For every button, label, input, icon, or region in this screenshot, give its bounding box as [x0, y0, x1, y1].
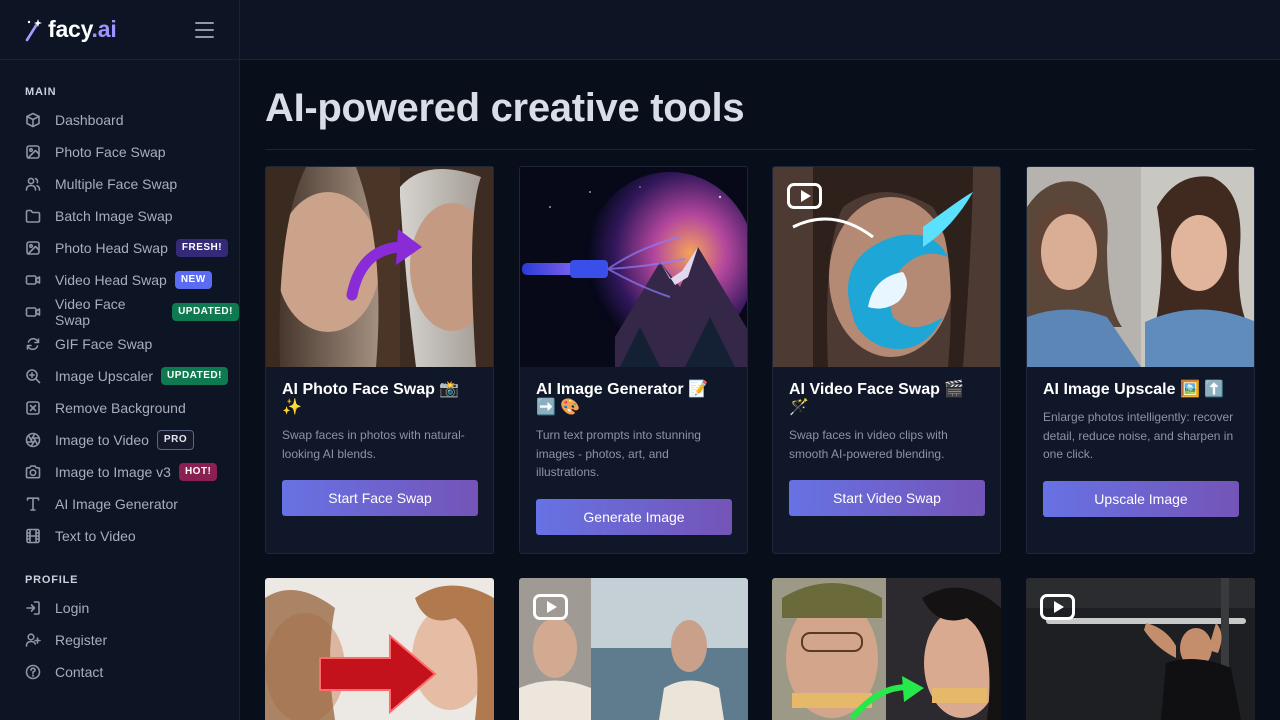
sidebar-item-photo-head-swap[interactable]: Photo Head Swap FRESH! [25, 232, 239, 264]
card-title: AI Image Upscale 🖼️ ⬆️ [1043, 381, 1225, 398]
help-circle-icon [25, 664, 41, 680]
card-description: Turn text prompts into stunning images -… [536, 428, 701, 479]
video-icon [25, 272, 41, 288]
sidebar-item-register[interactable]: Register [25, 624, 239, 656]
card-image-generator-art [520, 167, 747, 367]
card-image-video-swap [773, 167, 1000, 367]
sidebar-item-label: Image Upscaler [55, 368, 154, 384]
refresh-icon [25, 336, 41, 352]
folder-icon [25, 208, 41, 224]
sidebar-item-label: Image to Image v3 [55, 464, 171, 480]
users-icon [25, 176, 41, 192]
sidebar-item-label: GIF Face Swap [55, 336, 153, 352]
sidebar-item-multiple-face-swap[interactable]: Multiple Face Swap [25, 168, 239, 200]
video-icon [25, 304, 41, 320]
sidebar-item-label: AI Image Generator [55, 496, 178, 512]
sidebar-item-photo-face-swap[interactable]: Photo Face Swap [25, 136, 239, 168]
nav-section-profile: PROFILE Login Register Contact [0, 552, 239, 688]
camera-icon [25, 464, 41, 480]
sidebar-item-label: Photo Head Swap [55, 240, 168, 256]
magic-wand-icon [25, 18, 42, 41]
card-image-row2-1[interactable] [265, 578, 494, 720]
sidebar-item-label: Register [55, 632, 108, 648]
x-square-icon [25, 400, 41, 416]
sidebar-item-label: Batch Image Swap [55, 208, 173, 224]
status-badge: PRO [156, 430, 195, 450]
sidebar-item-batch-image-swap[interactable]: Batch Image Swap [25, 200, 239, 232]
film-icon [25, 528, 41, 544]
card-image-row2-3[interactable] [772, 578, 1001, 720]
start-video-swap-button[interactable]: Start Video Swap [789, 480, 985, 516]
sidebar-item-video-face-swap[interactable]: Video Face Swap UPDATED! [25, 296, 239, 328]
brand-logo[interactable]: facy.ai [24, 16, 117, 43]
upscale-image-button[interactable]: Upscale Image [1043, 480, 1239, 517]
sidebar-item-label: Multiple Face Swap [55, 176, 178, 192]
sidebar-item-remove-background[interactable]: Remove Background [25, 392, 239, 424]
aperture-icon [25, 432, 41, 448]
card-image-generator: AI Image Generator 📝 ➡️ 🎨 Turn text prom… [519, 166, 748, 554]
sidebar-item-gif-face-swap[interactable]: GIF Face Swap [25, 328, 239, 360]
sidebar-item-label: Video Face Swap [55, 296, 126, 328]
zoom-in-icon [25, 368, 41, 384]
image-icon [25, 240, 41, 256]
sidebar-item-dashboard[interactable]: Dashboard [25, 104, 239, 136]
video-play-icon [787, 183, 822, 209]
card-photo-face-swap: AI Photo Face Swap 📸 ✨ Swap faces in pho… [265, 166, 494, 554]
sidebar-item-label: Dashboard [55, 112, 124, 128]
sidebar-item-label: Remove Background [55, 400, 186, 416]
page-title: AI-powered creative tools [265, 86, 745, 130]
sidebar-item-contact[interactable]: Contact [25, 656, 239, 688]
sidebar-item-image-to-video[interactable]: Image to Video PRO [25, 424, 239, 456]
start-face-swap-button[interactable]: Start Face Swap [282, 480, 478, 516]
sidebar-item-label: Image to Video [55, 432, 149, 448]
nav-section-main: MAIN Dashboard Photo Face Swap Multiple Fac… [0, 60, 239, 552]
card-image-row2-2[interactable] [519, 578, 748, 720]
status-badge: FRESH! [175, 239, 229, 257]
card-title: AI Photo Face Swap 📸 ✨ [282, 381, 460, 416]
sidebar-item-login[interactable]: Login [25, 592, 239, 624]
sidebar-item-label: Login [55, 600, 90, 616]
generate-image-button[interactable]: Generate Image [536, 498, 732, 535]
top-bar [240, 0, 1280, 60]
card-image-upscale-compare [1027, 167, 1254, 367]
user-plus-icon [25, 632, 41, 648]
title-divider [265, 149, 1255, 150]
card-description: Swap faces in video clips with smooth AI… [789, 428, 948, 461]
sidebar: facy.ai MAIN Dashboard Photo Face Swap Mult… [0, 0, 240, 720]
status-badge: NEW [174, 271, 212, 289]
brand-name: facy.ai [48, 16, 117, 42]
main-content: AI-powered creative tools AI Photo Face … [240, 60, 1280, 720]
sidebar-item-label: Video Head Swap [55, 272, 167, 288]
menu-toggle-icon[interactable] [195, 22, 214, 38]
sidebar-item-label: Contact [55, 664, 104, 680]
card-image-face-swap [266, 167, 493, 367]
log-in-icon [25, 600, 41, 616]
sidebar-item-label: Photo Face Swap [55, 144, 166, 160]
card-title: AI Video Face Swap 🎬 🪄 [789, 381, 965, 416]
type-icon [25, 496, 41, 512]
nav-heading: MAIN [25, 86, 57, 98]
video-play-icon [533, 594, 568, 620]
card-description: Enlarge photos intelligently: recover de… [1043, 410, 1234, 461]
status-badge: UPDATED! [172, 303, 239, 321]
card-title: AI Image Generator 📝 ➡️ 🎨 [536, 381, 708, 416]
status-badge: UPDATED! [161, 367, 228, 385]
status-badge: HOT! [178, 463, 218, 481]
sidebar-item-label: Text to Video [55, 528, 136, 544]
image-icon [25, 144, 41, 160]
sidebar-item-image-to-image-v3[interactable]: Image to Image v3 HOT! [25, 456, 239, 488]
sidebar-item-ai-image-generator[interactable]: AI Image Generator [25, 488, 239, 520]
sidebar-item-image-upscaler[interactable]: Image Upscaler UPDATED! [25, 360, 239, 392]
video-play-icon [1040, 594, 1075, 620]
card-description: Swap faces in photos with natural-lookin… [282, 428, 465, 461]
card-image-upscale: AI Image Upscale 🖼️ ⬆️ Enlarge photos in… [1026, 166, 1255, 554]
nav-heading: PROFILE [25, 574, 79, 586]
sidebar-item-text-to-video[interactable]: Text to Video [25, 520, 239, 552]
card-video-face-swap: AI Video Face Swap 🎬 🪄 Swap faces in vid… [772, 166, 1001, 554]
cube-icon [25, 112, 41, 128]
brand-header: facy.ai [0, 0, 239, 60]
sidebar-item-video-head-swap[interactable]: Video Head Swap NEW [25, 264, 239, 296]
card-image-row2-4[interactable] [1026, 578, 1255, 720]
